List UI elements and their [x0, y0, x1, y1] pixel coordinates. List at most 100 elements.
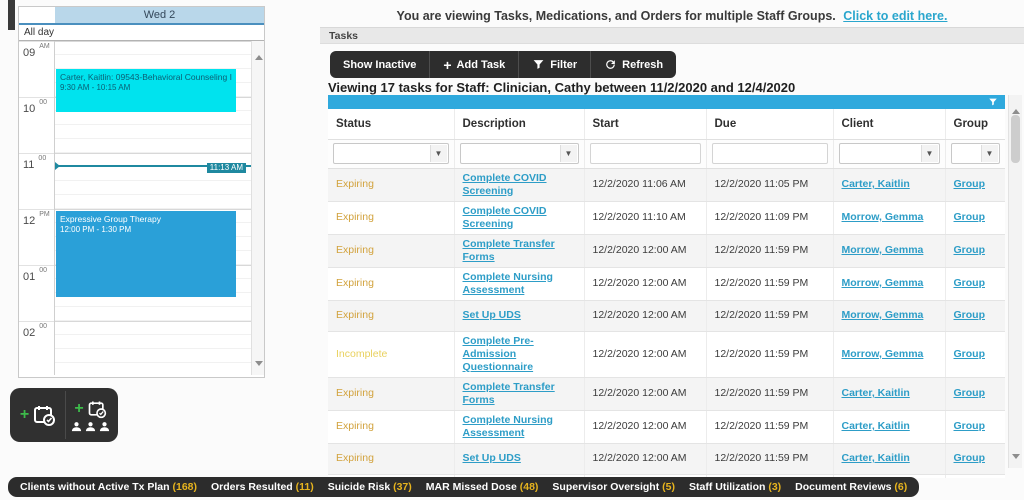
- table-row: Expiring Complete Nursing Assessment 12/…: [328, 267, 1005, 300]
- calendar-hour-row[interactable]: [55, 321, 264, 375]
- table-filter-row: ▼ ▼ ▼ ▼: [328, 139, 1005, 168]
- column-header[interactable]: Due: [706, 109, 833, 139]
- chevron-down-icon[interactable]: ▼: [921, 145, 938, 162]
- due-cell: 12/2/2020 11:59 PM: [706, 443, 833, 474]
- refresh-button[interactable]: Refresh: [590, 51, 676, 78]
- scrollbar-thumb[interactable]: [1011, 115, 1020, 163]
- task-description-link[interactable]: Complete Transfer Forms: [463, 381, 555, 406]
- show-inactive-label: Show Inactive: [343, 59, 416, 71]
- start-cell: 12/2/2020 11:06 AM: [584, 168, 706, 201]
- add-task-button[interactable]: + Add Task: [429, 51, 518, 78]
- status-badge: Expiring: [336, 309, 374, 321]
- filter-label: Filter: [550, 59, 577, 71]
- table-filter-icon[interactable]: [988, 97, 998, 107]
- task-description-link[interactable]: Complete COVID Screening: [463, 205, 547, 230]
- status-badge: Expiring: [336, 244, 374, 256]
- status-filter-dropdown[interactable]: ▼: [333, 143, 449, 164]
- calendar-grid[interactable]: Carter, Kaitlin: 09543-Behavioral Counse…: [55, 41, 264, 375]
- client-link[interactable]: Morrow, Gemma: [842, 348, 924, 360]
- client-filter-dropdown[interactable]: ▼: [839, 143, 940, 164]
- filter-button[interactable]: Filter: [518, 51, 590, 78]
- group-link[interactable]: Group: [954, 387, 986, 399]
- column-header[interactable]: Client: [833, 109, 945, 139]
- alert-item[interactable]: Document Reviews (6): [795, 481, 907, 493]
- table-scrollbar[interactable]: [1008, 95, 1022, 468]
- calendar-event-group-therapy[interactable]: Expressive Group Therapy 12:00 PM - 1:30…: [56, 211, 236, 297]
- client-link[interactable]: Morrow, Gemma: [842, 277, 924, 289]
- group-link[interactable]: Group: [954, 211, 986, 223]
- alert-item[interactable]: MAR Missed Dose (48): [426, 481, 539, 493]
- show-inactive-button[interactable]: Show Inactive: [330, 51, 429, 78]
- add-group-appointment-button[interactable]: +: [65, 391, 115, 439]
- group-people-icon: [71, 421, 110, 432]
- due-cell: 12/2/2020 11:09 PM: [706, 201, 833, 234]
- alert-item[interactable]: Supervisor Oversight (5): [552, 481, 675, 493]
- table-accent-bar[interactable]: [328, 95, 1005, 109]
- table-row: Expiring Complete Nursing Assessment 12/…: [328, 410, 1005, 443]
- task-description-link[interactable]: Complete Nursing Assessment: [463, 414, 553, 439]
- group-link[interactable]: Group: [954, 277, 986, 289]
- group-filter-dropdown[interactable]: ▼: [951, 143, 1000, 164]
- time-label: 12PM: [19, 209, 54, 265]
- client-link[interactable]: Morrow, Gemma: [842, 211, 924, 223]
- description-filter-dropdown[interactable]: ▼: [460, 143, 579, 164]
- task-description-link[interactable]: Complete COVID Screening: [463, 172, 547, 197]
- start-cell: 12/2/2020 12:00 AM: [584, 443, 706, 474]
- task-description-link[interactable]: Complete Pre-Admission Questionnaire: [463, 335, 534, 373]
- client-link[interactable]: Carter, Kaitlin: [842, 178, 910, 190]
- add-appointment-button[interactable]: +: [13, 391, 63, 439]
- start-cell: 12/2/2020 12:00 AM: [584, 267, 706, 300]
- client-link[interactable]: Morrow, Gemma: [842, 244, 924, 256]
- alert-count: (11): [296, 481, 314, 493]
- tasks-panel-titlebar: Tasks: [320, 27, 1024, 44]
- edit-staff-groups-link[interactable]: Click to edit here.: [843, 9, 947, 23]
- group-link[interactable]: Group: [954, 309, 986, 321]
- due-cell: 12/2/2020 11:59 PM: [706, 267, 833, 300]
- scroll-up-arrow-icon[interactable]: [252, 47, 264, 61]
- calendar-scrollbar[interactable]: [251, 41, 264, 375]
- group-link[interactable]: Group: [954, 244, 986, 256]
- alert-item[interactable]: Clients without Active Tx Plan (168): [20, 481, 197, 493]
- status-badge: Expiring: [336, 387, 374, 399]
- task-description-link[interactable]: Complete Nursing Assessment: [463, 271, 553, 296]
- alert-item[interactable]: Orders Resulted (11): [211, 481, 314, 493]
- start-filter-input[interactable]: [590, 143, 701, 164]
- group-link[interactable]: Group: [954, 178, 986, 190]
- calendar-day-header[interactable]: Wed 2: [55, 7, 264, 25]
- alert-label: Document Reviews: [795, 481, 891, 493]
- alert-count: (37): [393, 481, 412, 493]
- column-header[interactable]: Description: [454, 109, 584, 139]
- alert-item[interactable]: Staff Utilization (3): [689, 481, 781, 493]
- time-label: 1000: [19, 97, 54, 153]
- current-time-indicator: 11:13 AM: [55, 165, 264, 167]
- chevron-down-icon[interactable]: ▼: [430, 145, 447, 162]
- chevron-down-icon[interactable]: ▼: [560, 145, 577, 162]
- due-filter-input[interactable]: [712, 143, 828, 164]
- group-link[interactable]: Group: [954, 452, 986, 464]
- table-row: Expiring Complete COVID Screening 12/2/2…: [328, 168, 1005, 201]
- client-link[interactable]: Carter, Kaitlin: [842, 387, 910, 399]
- client-link[interactable]: Carter, Kaitlin: [842, 452, 910, 464]
- scroll-up-arrow-icon[interactable]: [1009, 101, 1022, 115]
- all-day-row[interactable]: All day: [19, 25, 264, 41]
- alert-label: Suicide Risk: [328, 481, 390, 493]
- column-header[interactable]: Start: [584, 109, 706, 139]
- scroll-down-arrow-icon[interactable]: [1009, 448, 1022, 462]
- scroll-down-arrow-icon[interactable]: [252, 355, 264, 369]
- task-description-link[interactable]: Set Up UDS: [463, 309, 521, 321]
- alert-count: (3): [768, 481, 781, 493]
- group-link[interactable]: Group: [954, 420, 986, 432]
- alert-item[interactable]: Suicide Risk (37): [328, 481, 412, 493]
- task-description-link[interactable]: Complete Transfer Forms: [463, 238, 555, 263]
- chevron-down-icon[interactable]: ▼: [981, 145, 998, 162]
- alert-label: Orders Resulted: [211, 481, 293, 493]
- calendar-hour-row[interactable]: [55, 153, 264, 209]
- column-header[interactable]: Group: [945, 109, 1005, 139]
- client-link[interactable]: Carter, Kaitlin: [842, 420, 910, 432]
- client-link[interactable]: Morrow, Gemma: [842, 309, 924, 321]
- alert-label: Supervisor Oversight: [552, 481, 659, 493]
- task-description-link[interactable]: Set Up UDS: [463, 452, 521, 464]
- column-header[interactable]: Status: [328, 109, 454, 139]
- calendar-event-behavioral-counseling[interactable]: Carter, Kaitlin: 09543-Behavioral Counse…: [56, 69, 236, 112]
- group-link[interactable]: Group: [954, 348, 986, 360]
